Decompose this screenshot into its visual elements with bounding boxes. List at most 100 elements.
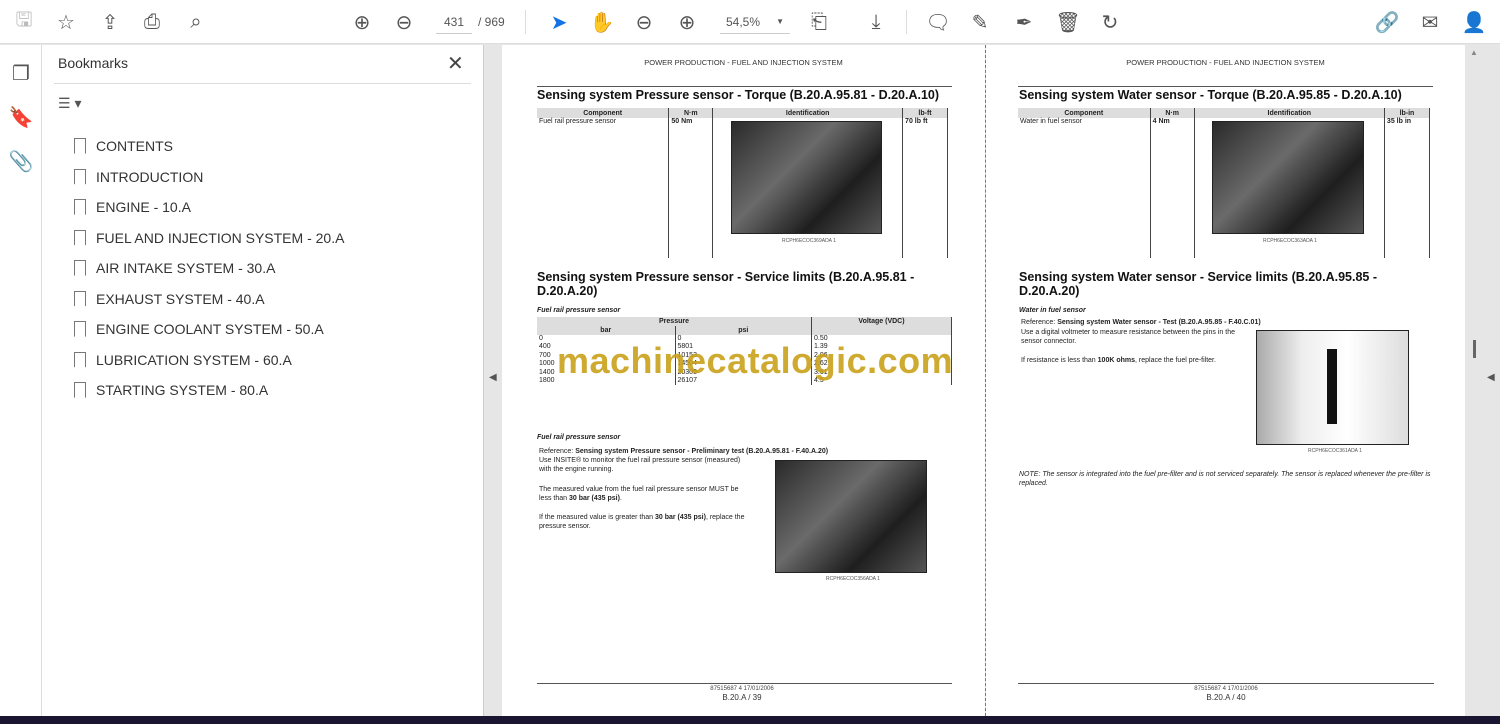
bookmark-label: CONTENTS: [96, 138, 173, 154]
zoom-out-icon[interactable]: ⊖: [630, 8, 658, 36]
cell: 4 Nm: [1149, 118, 1195, 258]
hand-tool-icon[interactable]: ✋: [588, 8, 616, 36]
attachments-icon[interactable]: 📎: [7, 147, 35, 175]
col-header: Pressure: [537, 317, 812, 326]
bookmark-icon: [74, 260, 86, 276]
zoom-value: 54,5%: [726, 15, 761, 29]
bookmark-item[interactable]: ENGINE - 10.A: [74, 195, 191, 219]
col-header: Voltage (VDC): [811, 317, 952, 335]
rule: [537, 86, 952, 87]
bookmark-item[interactable]: LUBRICATION SYSTEM - 60.A: [74, 348, 292, 372]
col-header: lb-ft: [902, 108, 948, 118]
close-icon[interactable]: ✕: [447, 51, 464, 76]
scroll-mode-icon[interactable]: ⤓: [862, 8, 890, 36]
scroll-up-icon[interactable]: ▲: [1470, 48, 1478, 57]
bookmark-item[interactable]: AIR INTAKE SYSTEM - 30.A: [74, 256, 275, 280]
section-title: Sensing system Water sensor - Torque (B.…: [1019, 88, 1402, 102]
divider: [525, 10, 526, 34]
bookmark-icon: [74, 321, 86, 337]
rule: [537, 683, 952, 684]
bookmark-label: FUEL AND INJECTION SYSTEM - 20.A: [96, 229, 345, 246]
bookmark-label: STARTING SYSTEM - 80.A: [96, 382, 269, 398]
col-header: Component: [537, 108, 669, 118]
col-header: bar: [537, 326, 675, 335]
bookmark-star-icon[interactable]: ☆: [52, 8, 80, 36]
cell: Fuel rail pressure sensor: [539, 118, 617, 125]
photo-caption: RCPH6ECOC369ADA 1: [782, 238, 836, 244]
paragraph: The measured value from the fuel rail pr…: [539, 486, 739, 502]
sensor-photo: [775, 460, 927, 573]
bookmark-item[interactable]: INTRODUCTION: [74, 165, 203, 189]
pdf-page-40: POWER PRODUCTION - FUEL AND INJECTION SY…: [986, 45, 1465, 716]
col-header: Component: [1018, 108, 1151, 118]
save-icon[interactable]: 🖫: [10, 8, 38, 36]
collapse-panel-icon[interactable]: ◀: [489, 372, 497, 383]
photo-caption: RCPH6ECOC356ADA 1: [826, 576, 880, 582]
bookmark-label: ENGINE - 10.A: [96, 199, 191, 215]
chevron-down-icon: ▼: [776, 17, 784, 26]
share-link-icon[interactable]: 🔗: [1373, 8, 1401, 36]
bookmark-icon: [74, 138, 86, 154]
search-icon[interactable]: ⌕: [182, 8, 210, 36]
reference-prefix: Reference:: [539, 448, 574, 455]
cell: 50 Nm: [668, 118, 714, 258]
bookmark-item[interactable]: ENGINE COOLANT SYSTEM - 50.A: [74, 317, 324, 341]
zoom-in-icon[interactable]: ⊕: [673, 8, 701, 36]
bookmark-options-button[interactable]: ☰ ▾: [58, 95, 81, 112]
page-header: POWER PRODUCTION - FUEL AND INJECTION SY…: [644, 58, 843, 67]
col-header: Identification: [712, 108, 903, 118]
reference-prefix: Reference:: [1021, 319, 1056, 326]
bookmark-icon: [74, 351, 86, 368]
rule: [1018, 683, 1434, 684]
upload-cloud-icon[interactable]: ⇪: [96, 8, 124, 36]
bookmark-label: LUBRICATION SYSTEM - 60.A: [96, 351, 292, 368]
bookmark-icon: [74, 199, 86, 215]
rotate-icon[interactable]: ↻: [1096, 8, 1124, 36]
previous-page-icon[interactable]: ⊕: [348, 8, 376, 36]
table-label: Fuel rail pressure sensor: [537, 307, 621, 314]
section-title: Sensing system Pressure sensor - Service…: [537, 270, 915, 298]
sign-icon[interactable]: ✒: [1010, 8, 1038, 36]
bookmark-item[interactable]: EXHAUST SYSTEM - 40.A: [74, 287, 265, 311]
select-cursor-icon[interactable]: ➤: [545, 8, 573, 36]
reference-link[interactable]: Sensing system Water sensor - Test (B.20…: [1057, 319, 1260, 326]
col-header: N·m: [668, 108, 714, 118]
footer-code: 87515687 4 17/01/2006: [710, 686, 774, 692]
photo-caption: RCPH6ECOC363ADA 1: [1263, 238, 1317, 244]
bookmark-label: AIR INTAKE SYSTEM - 30.A: [96, 260, 276, 276]
bookmark-item[interactable]: FUEL AND INJECTION SYSTEM - 20.A: [74, 226, 344, 250]
col-header: lb-in: [1383, 108, 1431, 118]
bookmark-item[interactable]: STARTING SYSTEM - 80.A: [74, 378, 268, 402]
bookmarks-icon[interactable]: 🔖: [7, 103, 35, 131]
page-thumbnails-icon[interactable]: ❐: [7, 59, 35, 87]
expand-right-panel-icon[interactable]: ◀: [1487, 372, 1495, 383]
cell: 35 lb in: [1383, 118, 1431, 258]
paragraph: Use a digital voltmeter to measure resis…: [1021, 329, 1236, 345]
sensor-photo: [1212, 121, 1364, 234]
col-header: N·m: [1149, 108, 1195, 118]
bookmark-item[interactable]: CONTENTS: [74, 134, 173, 158]
bookmark-label: EXHAUST SYSTEM - 40.A: [96, 290, 265, 307]
highlight-pen-icon[interactable]: ✎: [966, 8, 994, 36]
print-icon[interactable]: ⎙: [138, 8, 166, 36]
footer-page: B.20.A / 40: [1206, 693, 1246, 702]
photo-caption: RCPH6ECOC361ADA 1: [1308, 448, 1362, 454]
section-title: Sensing system Pressure sensor - Torque …: [537, 88, 940, 102]
section-label: Water in fuel sensor: [1019, 307, 1086, 314]
fit-page-icon[interactable]: ⎗: [805, 8, 833, 36]
email-icon[interactable]: ✉: [1416, 8, 1444, 36]
delete-icon[interactable]: 🗑: [1054, 8, 1082, 36]
next-page-icon[interactable]: ⊖: [390, 8, 418, 36]
comment-icon[interactable]: 🗨: [924, 8, 952, 36]
page-number-input[interactable]: 431: [436, 10, 472, 34]
col-header: psi: [674, 326, 812, 335]
zoom-select[interactable]: 54,5% ▼: [720, 10, 790, 34]
reference-link[interactable]: Sensing system Pressure sensor - Prelimi…: [575, 448, 828, 455]
scrollbar-thumb[interactable]: [1473, 340, 1476, 358]
add-user-icon[interactable]: 👤: [1460, 8, 1488, 36]
bookmark-icon: [74, 382, 86, 398]
bookmark-label: ENGINE COOLANT SYSTEM - 50.A: [96, 321, 324, 337]
paragraph: If the measured value is greater than 30…: [539, 514, 745, 530]
divider: [54, 83, 471, 84]
col-header: Identification: [1194, 108, 1385, 118]
